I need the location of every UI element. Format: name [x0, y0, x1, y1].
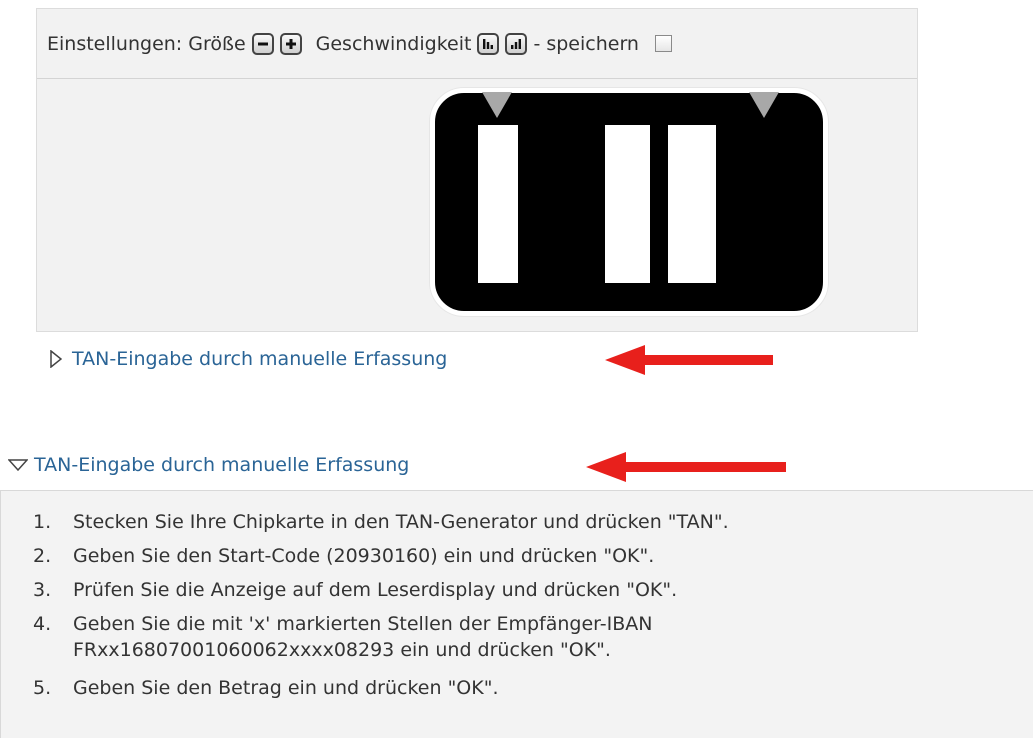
flicker-code-panel: Einstellungen: Größe Geschwindigkeit - s…	[36, 8, 918, 332]
flicker-bar	[605, 125, 650, 283]
flicker-bar	[478, 125, 518, 283]
size-increase-button[interactable]	[279, 32, 302, 55]
manual-tan-toggle-label: TAN-Eingabe durch manuelle Erfassung	[34, 454, 410, 476]
manual-tan-toggle-label: TAN-Eingabe durch manuelle Erfassung	[72, 348, 448, 370]
list-item: 3. Prüfen Sie die Anzeige auf dem Leserd…	[33, 579, 678, 601]
size-decrease-button[interactable]	[251, 32, 274, 55]
triangle-down-icon	[8, 459, 28, 471]
triangle-right-icon	[50, 350, 62, 368]
plus-icon	[285, 38, 296, 49]
speed-increase-button[interactable]	[505, 32, 528, 55]
flicker-bar	[668, 125, 716, 283]
save-settings-label: - speichern	[533, 32, 639, 55]
settings-size-label: Einstellungen: Größe	[47, 32, 246, 55]
instructions-panel: 1. Stecken Sie Ihre Chipkarte in den TAN…	[0, 490, 1033, 738]
list-item: 4. Geben Sie die mit 'x' markierten Stel…	[33, 613, 653, 661]
settings-bar: Einstellungen: Größe Geschwindigkeit - s…	[37, 9, 917, 79]
list-item: 5. Geben Sie den Betrag ein und drücken …	[33, 677, 499, 699]
red-arrow-icon	[605, 345, 773, 375]
minus-icon	[257, 42, 268, 45]
list-item: 2. Geben Sie den Start-Code (20930160) e…	[33, 545, 655, 567]
list-item: 1. Stecken Sie Ihre Chipkarte in den TAN…	[33, 511, 729, 533]
settings-speed-label: Geschwindigkeit	[315, 32, 472, 55]
speed-decrease-button[interactable]	[477, 32, 500, 55]
manual-tan-toggle-expanded[interactable]: TAN-Eingabe durch manuelle Erfassung	[8, 454, 409, 476]
bars-descending-icon	[483, 38, 494, 49]
save-settings-checkbox[interactable]	[654, 35, 672, 52]
left-marker-triangle-icon	[482, 92, 512, 118]
right-marker-triangle-icon	[749, 92, 779, 118]
bars-ascending-icon	[511, 38, 522, 49]
manual-tan-toggle-collapsed[interactable]: TAN-Eingabe durch manuelle Erfassung	[50, 348, 447, 370]
red-arrow-icon	[586, 452, 786, 482]
flicker-code-display	[430, 88, 828, 316]
